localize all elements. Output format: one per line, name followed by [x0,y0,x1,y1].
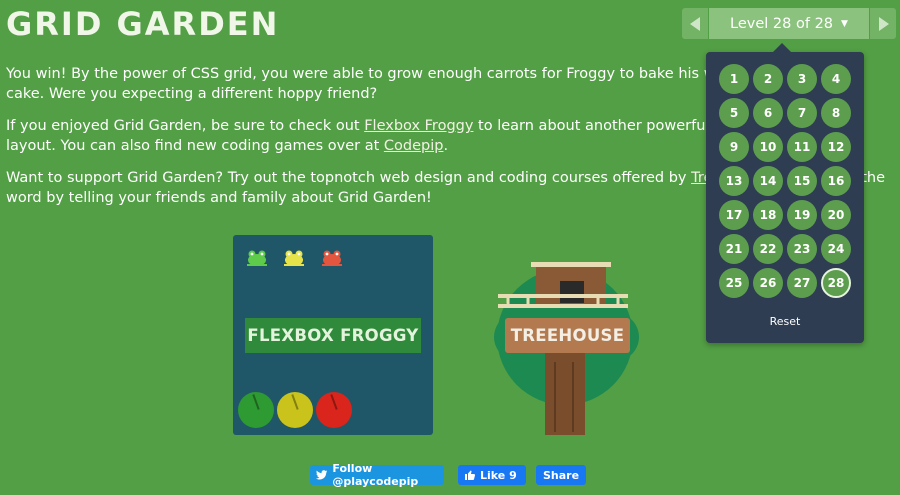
level-19-button[interactable]: 19 [787,200,817,230]
level-18-button[interactable]: 18 [753,200,783,230]
green-lilypad-icon [238,392,274,428]
level-13-button[interactable]: 13 [719,166,749,196]
arrow-right-icon [879,17,889,31]
level-indicator[interactable]: Level 28 of 28 ▼ [709,8,869,39]
green-frog-icon [247,250,267,266]
level-16-button[interactable]: 16 [821,166,851,196]
yellow-lilypad-icon [277,392,313,428]
twitter-follow-label: Follow @playcodepip [332,462,419,488]
red-frog-icon [322,250,342,266]
level-5-button[interactable]: 5 [719,98,749,128]
thumbs-up-icon [465,470,476,480]
level-22-button[interactable]: 22 [753,234,783,264]
level-4-button[interactable]: 4 [821,64,851,94]
level-7-button[interactable]: 7 [787,98,817,128]
reset-button[interactable]: Reset [706,315,864,328]
level-label: Level 28 of 28 [730,15,834,32]
level-10-button[interactable]: 10 [753,132,783,162]
level-17-button[interactable]: 17 [719,200,749,230]
yellow-frog-icon [284,250,304,266]
level-navigation: Level 28 of 28 ▼ [682,8,896,39]
level-14-button[interactable]: 14 [753,166,783,196]
level-24-button[interactable]: 24 [821,234,851,264]
twitter-icon [316,470,328,480]
level-9-button[interactable]: 9 [719,132,749,162]
treehouse-card[interactable]: TREEHOUSE [468,237,658,437]
chevron-down-icon: ▼ [841,18,848,29]
froggy-text-end: . [443,138,449,154]
level-26-button[interactable]: 26 [753,268,783,298]
treehouse-label: TREEHOUSE [505,318,630,353]
flexbox-froggy-label: FLEXBOX FROGGY [245,318,421,353]
facebook-like-button[interactable]: Like 9 [458,465,526,485]
arrow-left-icon [690,17,700,31]
level-6-button[interactable]: 6 [753,98,783,128]
level-20-button[interactable]: 20 [821,200,851,230]
level-23-button[interactable]: 23 [787,234,817,264]
level-3-button[interactable]: 3 [787,64,817,94]
previous-level-button[interactable] [682,8,708,39]
level-21-button[interactable]: 21 [719,234,749,264]
level-27-button[interactable]: 27 [787,268,817,298]
level-28-button[interactable]: 28 [821,268,851,298]
level-25-button[interactable]: 25 [719,268,749,298]
level-dropdown: 1 2 3 4 5 6 7 8 9 10 11 12 13 14 15 16 17 18 19 20 21 22 23 24 2… [706,43,864,343]
level-11-button[interactable]: 11 [787,132,817,162]
page-title: GRID GARDEN [6,5,280,43]
like-label: Like 9 [480,468,517,482]
froggy-text-start: If you enjoyed Grid Garden, be sure to c… [6,118,365,134]
level-12-button[interactable]: 12 [821,132,851,162]
level-8-button[interactable]: 8 [821,98,851,128]
level-1-button[interactable]: 1 [719,64,749,94]
level-2-button[interactable]: 2 [753,64,783,94]
red-lilypad-icon [316,392,352,428]
facebook-share-button[interactable]: Share [536,465,586,485]
flexbox-froggy-card[interactable]: FLEXBOX FROGGY [233,235,433,435]
codepip-link[interactable]: Codepip [384,138,444,154]
flexbox-froggy-link[interactable]: Flexbox Froggy [364,118,473,134]
next-level-button[interactable] [870,8,896,39]
level-grid: 1 2 3 4 5 6 7 8 9 10 11 12 13 14 15 16 17 18 19 20 21 22 23 24 2… [719,64,855,298]
support-text-start: Want to support Grid Garden? Try out the… [6,170,692,186]
share-label: Share [542,468,580,482]
twitter-follow-button[interactable]: Follow @playcodepip [310,462,444,488]
level-15-button[interactable]: 15 [787,166,817,196]
